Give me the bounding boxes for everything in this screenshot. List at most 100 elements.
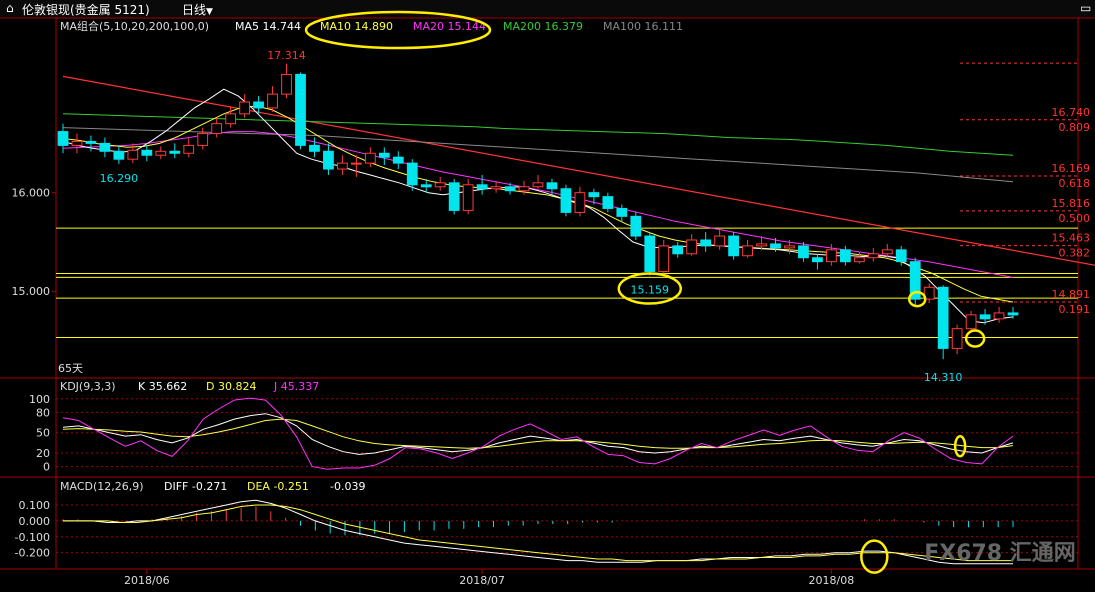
highlight-circle [964, 329, 986, 348]
low-annotation: 14.310 [924, 371, 963, 384]
candle-body [197, 133, 209, 146]
fib-price-label: 14.891 [1052, 288, 1091, 301]
y-tick-label: 100 [29, 393, 50, 406]
candle-body [881, 249, 893, 255]
candle-body [392, 156, 404, 164]
candle-body [281, 73, 292, 95]
y-tick-label: 0.000 [19, 515, 51, 528]
candle-body [225, 113, 237, 125]
candle-body [965, 314, 977, 330]
candle-body [937, 286, 949, 349]
candle-body [211, 123, 223, 135]
candle-body [560, 188, 572, 213]
candle-body [686, 239, 698, 255]
candle-body [434, 182, 446, 188]
candle-body [826, 249, 837, 263]
high-annotation: 17.314 [267, 49, 306, 62]
candle-body [742, 245, 753, 257]
candle-body [1007, 312, 1019, 316]
candle-body [309, 144, 320, 152]
kdj-legend-item: D 30.824 [206, 380, 256, 393]
candle-body [239, 101, 250, 115]
fib-ratio-label: 0.618 [1059, 177, 1091, 190]
kdj-legend-item: K 35.662 [138, 380, 187, 393]
candle-body [518, 186, 530, 192]
candle-body [323, 150, 334, 170]
candle-body [644, 235, 656, 273]
candle-body [700, 239, 712, 247]
days-annotation: 65天 [58, 362, 83, 375]
highlight-circle [860, 539, 889, 574]
fib-ratio-label: 0.191 [1059, 303, 1091, 316]
chart-canvas: MA组合(5,10,20,200,100,0) MA5 14.744 MA10 14… [0, 10, 1095, 587]
y-tick-label: -0.100 [15, 531, 50, 544]
candle-body [420, 184, 432, 188]
price-legend-item: MA100 16.111 [603, 20, 683, 33]
price-legend-item: MA200 16.379 [503, 20, 583, 33]
price-panel: MA组合(5,10,20,200,100,0) MA5 14.744 MA10 14… [12, 10, 1095, 384]
candle-body [169, 150, 181, 154]
ma5-line [62, 88, 1014, 324]
candle-body [155, 150, 167, 156]
candle-body [546, 182, 558, 190]
candle-body [616, 207, 628, 217]
candle-body [798, 245, 809, 259]
fib-ratio-label: 0.809 [1059, 121, 1091, 134]
candle-body [504, 186, 516, 192]
kdj-j-line [62, 397, 1014, 470]
candle-body [574, 192, 586, 213]
candle-body [350, 162, 362, 165]
price-legend-item: MA5 14.744 [235, 20, 301, 33]
candle-body [253, 101, 264, 109]
x-axis: 2018/06 2018/07 2018/08 [124, 569, 854, 587]
macd-legend-item: DIFF -0.271 [164, 480, 227, 493]
candle-body [812, 257, 823, 263]
watermark: FX678 汇通网 [924, 541, 1076, 566]
candle-body [728, 235, 739, 257]
macd-panel: MACD(12,26,9) DIFF -0.271 DEA -0.251 -0.039… [15, 480, 1078, 574]
fib-price-label: 15.816 [1052, 197, 1091, 210]
candle-body [658, 245, 670, 273]
candle-body [295, 73, 306, 146]
candle-body [364, 152, 376, 164]
trend-line [62, 75, 1095, 266]
candle-body [57, 131, 69, 146]
kdj-d-line [62, 418, 1014, 449]
fib-price-label: 15.463 [1052, 232, 1091, 245]
y-tick-label: 20 [36, 447, 50, 460]
x-tick-label: 2018/08 [809, 574, 855, 587]
candle-body [462, 184, 474, 211]
fib-price-label: 16.169 [1052, 162, 1091, 175]
candle-body [490, 186, 502, 190]
candle-body [630, 215, 642, 237]
candle-body [71, 140, 83, 146]
candle-body [714, 235, 726, 247]
x-tick-label: 2018/06 [124, 574, 170, 587]
candle-body [672, 245, 684, 255]
fib-ratio-label: 0.500 [1059, 212, 1091, 225]
candle-body [895, 249, 907, 263]
candle-body [784, 245, 795, 249]
x-tick-label: 2018/07 [459, 574, 505, 587]
low-annotation: 15.159 [631, 284, 670, 297]
y-tick-label: 50 [36, 427, 50, 440]
candle-body [770, 243, 781, 249]
y-tick-label: -0.200 [15, 547, 50, 560]
candle-body [141, 149, 153, 156]
y-tick-label: 0 [43, 461, 50, 474]
candle-body [602, 196, 614, 209]
kdj-legend-name: KDJ(9,3,3) [60, 380, 116, 393]
candle-body [113, 150, 125, 160]
candle-body [756, 243, 767, 247]
macd-diff-line [63, 499, 1013, 565]
macd-legend-name: MACD(12,26,9) [60, 480, 144, 493]
candle-body [127, 149, 139, 160]
y-tick-label: 15.000 [12, 285, 51, 298]
candle-body [99, 142, 111, 152]
y-tick-label: 0.100 [19, 499, 51, 512]
candle-body [839, 249, 851, 263]
candle-body [476, 184, 488, 190]
kdj-panel: KDJ(9,3,3) K 35.662 D 30.824 J 45.337 10080 5… [29, 380, 1078, 474]
candle-body [267, 93, 278, 109]
kdj-legend-item: J 45.337 [273, 380, 319, 393]
